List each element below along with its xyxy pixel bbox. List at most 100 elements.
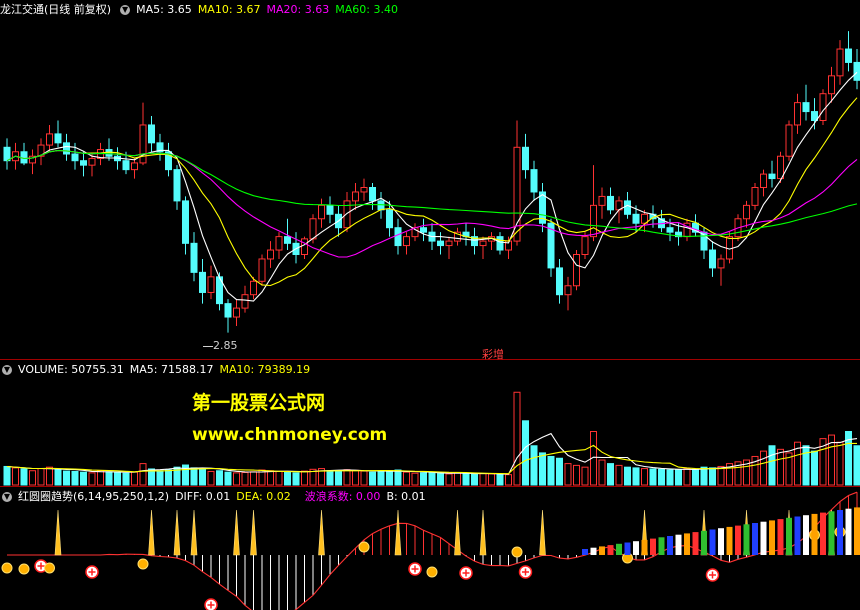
volume-bar (607, 463, 614, 486)
volume-bar (20, 468, 28, 486)
volume-ma5: MA5: 71588.17 (129, 363, 214, 376)
indicator-chart (1, 491, 860, 610)
volume-bar (114, 472, 121, 486)
volume-bar (377, 471, 385, 486)
volume-bar (632, 467, 640, 486)
candle-body (318, 204, 325, 220)
trend-block (794, 516, 801, 555)
trend-block (607, 545, 614, 555)
volume-bar (811, 450, 818, 486)
candle-body (743, 204, 750, 220)
volume-bar (12, 467, 19, 486)
volume-bar (165, 469, 172, 486)
chevron-down-icon[interactable]: ▼ (120, 5, 131, 15)
chevron-down-icon[interactable]: ▼ (2, 492, 12, 502)
trend-block (769, 520, 775, 555)
stock-title: 龙江交通 (0, 3, 44, 16)
candle-body (598, 195, 606, 206)
trend-block (718, 528, 724, 555)
candle-body (80, 160, 87, 166)
trend-block (616, 543, 622, 555)
indicator-name: 红圆圈趋势 (18, 490, 73, 503)
candle-body (785, 124, 793, 157)
trend-block (624, 542, 631, 555)
candle-body (20, 151, 28, 164)
candle-body (768, 173, 776, 180)
price-legend: 龙江交通(日线 前复权) ▼ MA5: 3.65 MA10: 3.67 MA20: 3.… (0, 1, 404, 19)
trend-block (743, 524, 750, 555)
dea-legend: DEA: 0.02 (236, 490, 291, 503)
signal-spike (394, 509, 402, 556)
candle-body (301, 238, 308, 256)
candle-body (564, 285, 572, 296)
trend-block (777, 519, 784, 555)
volume-bar (88, 472, 96, 486)
candle-body (250, 280, 257, 296)
gold-ball-icon (18, 563, 30, 575)
volume-bar (267, 470, 274, 486)
volume-bar (700, 466, 708, 486)
signal-spike (318, 509, 325, 556)
candle-body (581, 236, 589, 255)
volume-bar (454, 472, 461, 486)
ma5-line (6, 71, 858, 302)
trend-block (701, 530, 707, 555)
volume-bar (692, 468, 699, 486)
volume-bar (581, 466, 589, 486)
trend-block (726, 526, 733, 555)
trend-block (582, 549, 588, 555)
volume-bar (46, 466, 53, 486)
volume-bar (522, 420, 529, 486)
volume-bar (292, 472, 300, 486)
candle-body (360, 187, 368, 193)
trend-block (675, 534, 682, 555)
candle-body (530, 169, 538, 193)
trend-block (667, 536, 673, 555)
candle-body (573, 254, 580, 287)
trend-block (633, 541, 639, 555)
period-label: (日线 前复权) (44, 3, 112, 16)
stock-chart[interactable] (0, 0, 860, 610)
volume-bar (37, 468, 45, 486)
chevron-down-icon[interactable]: ▼ (2, 365, 12, 375)
trend-block (599, 546, 605, 555)
volume-bar (437, 473, 444, 486)
volume-bar (80, 471, 87, 486)
gold-ball-icon (358, 541, 370, 553)
volume-bar (199, 468, 206, 486)
candle-body (71, 153, 79, 162)
candle-body (182, 200, 189, 244)
trend-block (752, 523, 758, 555)
signal-spike (233, 509, 240, 556)
candle-body (717, 258, 725, 269)
volume-bar (675, 469, 682, 486)
trend-block (828, 511, 835, 555)
trend-block (811, 513, 818, 555)
candle-body (386, 209, 393, 229)
volume-bar (462, 472, 470, 486)
volume-bar (71, 470, 79, 486)
candle-body (394, 227, 402, 247)
volume-bar (139, 463, 147, 486)
low-price-label: 2.85 (203, 339, 238, 352)
volume-bar (369, 471, 376, 486)
candle-body (403, 236, 410, 247)
wave-legend: 波浪系数: 0.00 (304, 490, 381, 503)
trend-block (692, 532, 699, 555)
event-marker: 彩增 (482, 348, 504, 361)
volume-value: VOLUME: 50755.31 (18, 363, 124, 376)
volume-bar (624, 466, 631, 486)
candle-body (352, 191, 359, 202)
candle-body (666, 227, 674, 233)
trend-block (684, 533, 690, 555)
volume-bar (394, 469, 402, 486)
gold-ball-icon (137, 558, 149, 570)
trend-block (760, 521, 767, 555)
volume-bar (190, 467, 198, 486)
candle-body (258, 258, 266, 282)
volume-bar (709, 467, 716, 486)
volume-bar (3, 465, 11, 486)
signal-spike (54, 509, 62, 556)
volume-bar (54, 469, 62, 486)
volume-bar (97, 470, 104, 486)
